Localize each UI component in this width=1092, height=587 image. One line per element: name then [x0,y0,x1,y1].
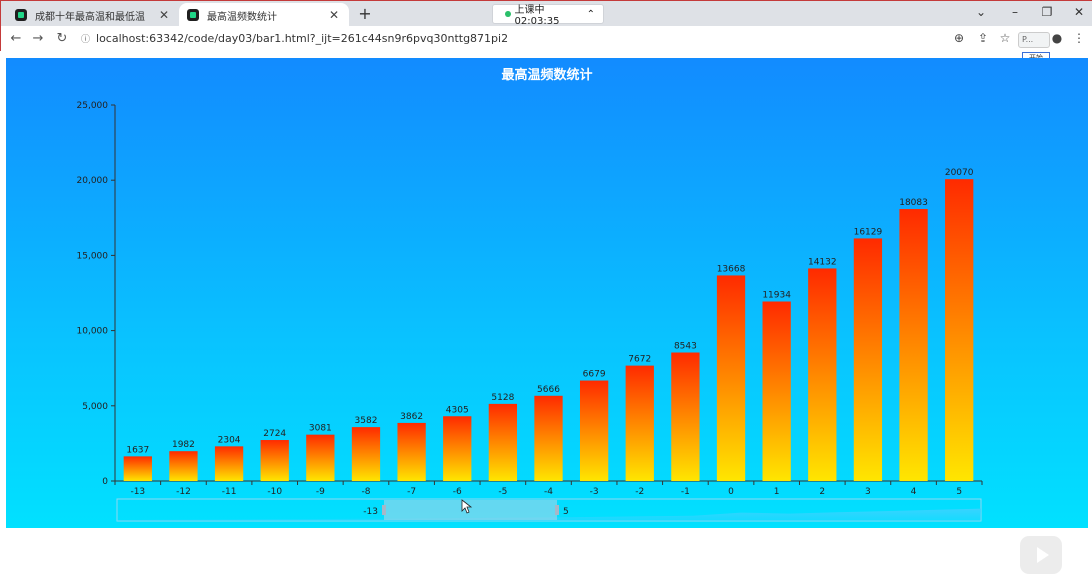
bar[interactable] [351,427,381,481]
x-tick-label: -2 [635,487,644,497]
screen: 成都十年最高温和最低温 ✕ 最高温频数统计 ✕ + 上课中 02:03:35 ⌃… [0,0,1092,587]
x-tick-label: -8 [361,487,370,497]
bar[interactable] [808,268,837,481]
data-label: 1982 [172,440,195,450]
datazoom-start-label: -13 [363,507,378,517]
bar[interactable] [488,403,518,481]
y-tick-label: 15,000 [77,251,109,261]
bar[interactable] [579,380,609,481]
data-label: 6679 [583,370,606,380]
bar[interactable] [306,434,335,481]
data-label: 5666 [537,385,560,395]
y-tick-label: 5,000 [82,402,108,412]
data-label: 11934 [762,291,791,301]
x-tick-label: -5 [498,487,507,497]
x-tick-label: -12 [176,487,191,497]
play-icon [1036,547,1049,563]
data-label: 8543 [674,342,697,352]
bar[interactable] [945,179,974,481]
x-tick-label: 5 [956,487,962,497]
data-label: 20070 [945,168,974,178]
data-label: 2724 [263,429,286,439]
bar[interactable] [716,275,746,481]
bar[interactable] [260,440,289,481]
bar[interactable] [671,352,700,481]
x-tick-label: -9 [316,487,325,497]
data-label: 7672 [628,355,651,365]
datazoom-end-label: 5 [563,507,569,517]
datazoom-handle-right[interactable] [555,505,559,515]
bar[interactable] [397,422,426,481]
data-label: 13668 [717,264,746,274]
data-label: 3862 [400,412,423,422]
y-tick-label: 10,000 [77,327,109,337]
x-tick-label: 2 [819,487,825,497]
x-tick-label: 0 [728,487,734,497]
datazoom-handle-left[interactable] [382,505,386,515]
bar[interactable] [214,446,244,481]
bar[interactable] [123,456,152,481]
x-tick-label: -11 [222,487,237,497]
bar[interactable] [625,365,654,481]
data-label: 16129 [854,227,883,237]
y-tick-label: 25,000 [77,101,109,111]
bar[interactable] [762,301,791,481]
video-play-button[interactable] [1020,536,1062,574]
x-tick-label: -6 [453,487,462,497]
bar-chart: 05,00010,00015,00020,00025,0001637-13198… [77,101,983,522]
bar[interactable] [534,395,563,481]
data-label: 1637 [126,445,149,455]
data-label: 4305 [446,405,469,415]
x-tick-label: -13 [130,487,145,497]
y-tick-label: 0 [102,477,108,487]
x-tick-label: -7 [407,487,416,497]
bar[interactable] [169,451,198,481]
data-label: 3081 [309,424,332,434]
data-label: 18083 [899,198,928,208]
data-label: 5128 [491,393,514,403]
bar[interactable] [443,416,472,481]
x-tick-label: 4 [911,487,917,497]
data-label: 3582 [355,416,378,426]
x-tick-label: 1 [774,487,780,497]
bar[interactable] [899,209,928,481]
x-tick-label: -10 [267,487,282,497]
datazoom-selection[interactable] [384,500,557,520]
x-tick-label: -4 [544,487,553,497]
x-tick-label: -3 [590,487,599,497]
x-tick-label: 3 [865,487,871,497]
x-tick-label: -1 [681,487,690,497]
data-label: 2304 [218,435,241,445]
bar[interactable] [853,238,883,481]
data-label: 14132 [808,257,837,267]
y-tick-label: 20,000 [77,176,109,186]
